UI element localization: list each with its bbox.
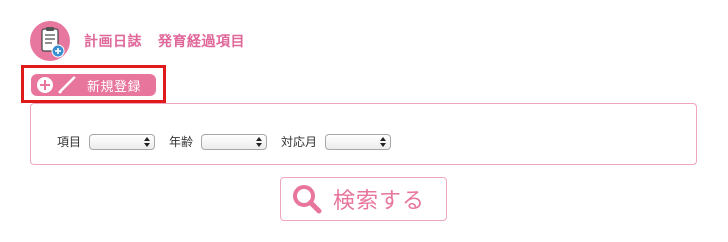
search-button[interactable]: 検索する — [280, 177, 447, 221]
new-button-highlight: 新規登録 — [21, 65, 166, 103]
select-arrows-icon — [256, 136, 263, 148]
page-header: 計画日誌 発育経過項目 — [30, 19, 245, 63]
search-filter-panel: 項目 年齢 対応月 — [30, 103, 697, 165]
age-select[interactable] — [201, 133, 268, 150]
page-title: 計画日誌 — [84, 34, 142, 50]
magnifier-icon — [293, 185, 322, 214]
filter-row: 項目 年齢 対応月 — [57, 133, 405, 150]
new-registration-label: 新規登録 — [87, 79, 142, 95]
item-select[interactable] — [89, 133, 156, 150]
filter-label-month: 対応月 — [281, 135, 318, 149]
search-label: 検索する — [333, 189, 426, 214]
new-registration-button[interactable]: 新規登録 — [31, 74, 156, 96]
filter-label-item: 項目 — [57, 135, 82, 149]
plus-icon — [37, 77, 53, 93]
filter-label-age: 年齢 — [169, 135, 194, 149]
pencil-icon — [58, 76, 77, 94]
page-subtitle: 発育経過項目 — [158, 34, 245, 50]
select-arrows-icon — [144, 136, 151, 148]
month-select[interactable] — [325, 133, 392, 150]
clipboard-plus-icon — [30, 21, 70, 61]
select-arrows-icon — [380, 136, 387, 148]
